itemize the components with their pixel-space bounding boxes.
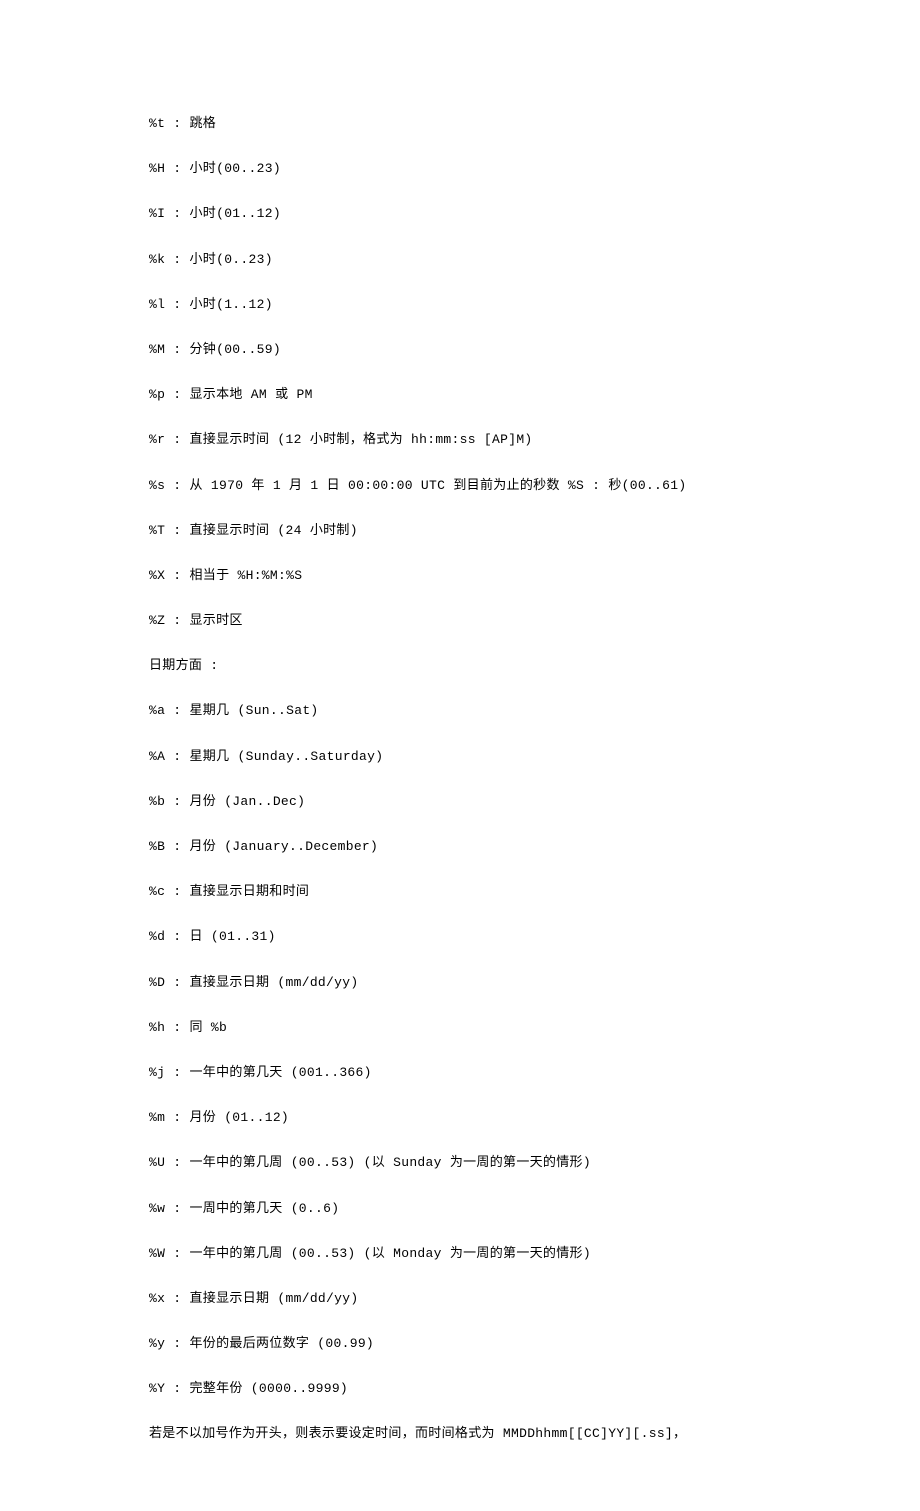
text-line: %B : 月份 (January..December) bbox=[149, 838, 920, 856]
text-line: %U : 一年中的第几周 (00..53) (以 Sunday 为一周的第一天的… bbox=[149, 1154, 920, 1172]
text-line: %Y : 完整年份 (0000..9999) bbox=[149, 1380, 920, 1398]
text-line: %I : 小时(01..12) bbox=[149, 205, 920, 223]
text-line: %A : 星期几 (Sunday..Saturday) bbox=[149, 748, 920, 766]
text-line: %y : 年份的最后两位数字 (00.99) bbox=[149, 1335, 920, 1353]
text-line: %W : 一年中的第几周 (00..53) (以 Monday 为一周的第一天的… bbox=[149, 1245, 920, 1263]
text-line: %m : 月份 (01..12) bbox=[149, 1109, 920, 1127]
text-line: %M : 分钟(00..59) bbox=[149, 341, 920, 359]
text-line: %H : 小时(00..23) bbox=[149, 160, 920, 178]
text-line: %r : 直接显示时间 (12 小时制，格式为 hh:mm:ss [AP]M) bbox=[149, 431, 920, 449]
text-line: %t : 跳格 bbox=[149, 115, 920, 133]
text-line: %p : 显示本地 AM 或 PM bbox=[149, 386, 920, 404]
text-line: %k : 小时(0..23) bbox=[149, 251, 920, 269]
text-line: %D : 直接显示日期 (mm/dd/yy) bbox=[149, 974, 920, 992]
text-line: %h : 同 %b bbox=[149, 1019, 920, 1037]
text-line: %l : 小时(1..12) bbox=[149, 296, 920, 314]
text-line: %w : 一周中的第几天 (0..6) bbox=[149, 1200, 920, 1218]
text-line: %Z : 显示时区 bbox=[149, 612, 920, 630]
text-line: %a : 星期几 (Sun..Sat) bbox=[149, 702, 920, 720]
text-line: 若是不以加号作为开头，则表示要设定时间，而时间格式为 MMDDhhmm[[CC]… bbox=[149, 1425, 920, 1443]
text-line: %b : 月份 (Jan..Dec) bbox=[149, 793, 920, 811]
text-line: %c : 直接显示日期和时间 bbox=[149, 883, 920, 901]
text-line: %T : 直接显示时间 (24 小时制) bbox=[149, 522, 920, 540]
text-line: 日期方面 : bbox=[149, 657, 920, 675]
text-line: %s : 从 1970 年 1 月 1 日 00:00:00 UTC 到目前为止… bbox=[149, 477, 920, 495]
text-line: %d : 日 (01..31) bbox=[149, 928, 920, 946]
document-page: %t : 跳格 %H : 小时(00..23) %I : 小时(01..12) … bbox=[0, 0, 920, 1511]
text-line: %x : 直接显示日期 (mm/dd/yy) bbox=[149, 1290, 920, 1308]
text-line: %X : 相当于 %H:%M:%S bbox=[149, 567, 920, 585]
text-line: %j : 一年中的第几天 (001..366) bbox=[149, 1064, 920, 1082]
